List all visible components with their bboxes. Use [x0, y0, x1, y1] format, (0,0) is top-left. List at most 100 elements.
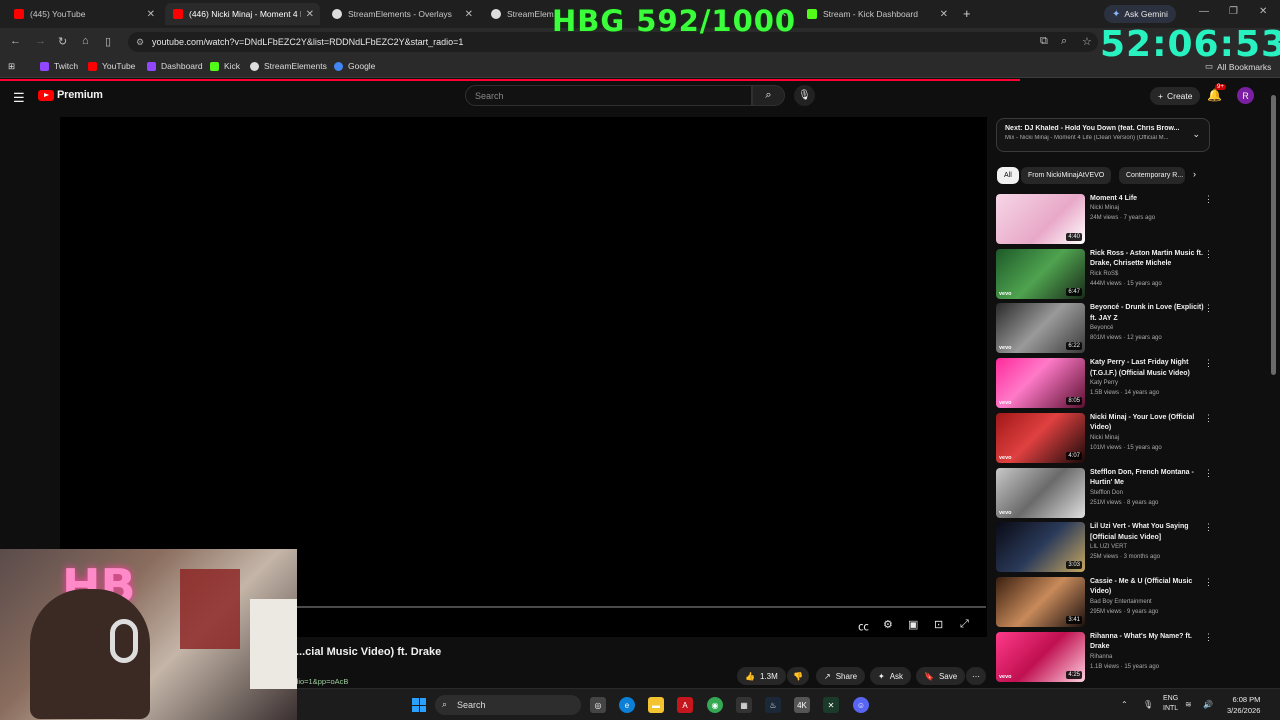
- create-button[interactable]: + Create: [1150, 87, 1201, 105]
- captions-icon[interactable]: ㏄: [858, 618, 869, 634]
- channel-name[interactable]: Bad Boy Entertainment: [1090, 599, 1152, 605]
- video-title[interactable]: Cassie - Me & U (Official Music Video): [1090, 577, 1204, 598]
- voice-search-button[interactable]: 🎙: [794, 85, 815, 106]
- cast-icon[interactable]: ⊡: [934, 618, 943, 631]
- taskbar-search[interactable]: ⌕ Search: [435, 695, 581, 715]
- more-vertical-icon[interactable]: ⋮: [1204, 577, 1213, 588]
- steam-icon[interactable]: ♨: [765, 697, 781, 713]
- more-vertical-icon[interactable]: ⋮: [1204, 358, 1213, 369]
- bookmark-streamelements[interactable]: StreamElements: [250, 61, 327, 71]
- file-explorer-icon[interactable]: ▬: [648, 697, 664, 713]
- copilot-icon[interactable]: ◎: [590, 697, 606, 713]
- chevron-right-icon[interactable]: ›: [1193, 169, 1196, 179]
- more-vertical-icon[interactable]: ⋮: [1204, 194, 1213, 205]
- chip-from-nickiminaj[interactable]: From NickiMinajAtVEVO: [1021, 167, 1112, 184]
- channel-name[interactable]: Rihanna: [1090, 654, 1112, 660]
- new-tab-plus-icon[interactable]: +: [963, 6, 971, 21]
- notifications-bell-icon[interactable]: 🔔: [1207, 88, 1222, 102]
- maximize-icon[interactable]: ❐: [1229, 6, 1238, 17]
- list-item[interactable]: vevo 4:25 Rihanna - What's My Name? ft. Dr…: [996, 631, 1213, 682]
- language-indicator[interactable]: ENG INTL: [1163, 694, 1178, 714]
- close-tab-icon[interactable]: ✕: [940, 9, 948, 20]
- video-title[interactable]: Katy Perry - Last Friday Night (T.G.I.F.…: [1090, 358, 1204, 379]
- page-scrollbar[interactable]: [1271, 95, 1276, 375]
- video-thumbnail[interactable]: 4:40: [996, 194, 1085, 244]
- video-thumbnail[interactable]: vevo 6:22: [996, 303, 1085, 354]
- more-vertical-icon[interactable]: ⋮: [1204, 522, 1213, 533]
- like-button[interactable]: 👍 1.3M: [737, 667, 786, 685]
- tab-nicki-minaj[interactable]: (446) Nicki Minaj - Moment 4 L ✕: [165, 3, 320, 25]
- channel-name[interactable]: Nicki Minaj: [1090, 435, 1119, 441]
- video-thumbnail[interactable]: 3:41: [996, 576, 1085, 627]
- youtube-premium-logo[interactable]: Premium: [38, 89, 103, 101]
- list-item[interactable]: vevo 4:07 Nicki Minaj - Your Love (Officia…: [996, 412, 1213, 463]
- list-item[interactable]: 3:03 Lil Uzi Vert - What You Saying [Offi…: [996, 522, 1213, 573]
- list-item[interactable]: 4:40 Moment 4 Life Nicki Minaj 24M views · …: [996, 194, 1213, 244]
- apps-grid-icon[interactable]: ⊞: [8, 61, 15, 72]
- list-item[interactable]: vevo 6:22 Beyoncé - Drunk in Love (Explici…: [996, 303, 1213, 354]
- more-actions-button[interactable]: ⋯: [966, 667, 986, 685]
- close-window-icon[interactable]: ✕: [1259, 6, 1267, 17]
- video-thumbnail[interactable]: vevo 4:07: [996, 412, 1085, 463]
- zoom-icon[interactable]: ⌕: [1061, 35, 1067, 48]
- more-vertical-icon[interactable]: ⋮: [1204, 303, 1213, 314]
- more-vertical-icon[interactable]: ⋮: [1204, 413, 1213, 424]
- bookmark-kick[interactable]: Kick: [210, 61, 240, 71]
- discord-icon[interactable]: ☺: [853, 697, 869, 713]
- video-thumbnail[interactable]: 3:03: [996, 522, 1085, 573]
- app-a-icon[interactable]: A: [677, 697, 693, 713]
- video-thumbnail[interactable]: vevo 4:25: [996, 631, 1085, 682]
- video-thumbnail[interactable]: vevo 6:47: [996, 248, 1085, 299]
- search-button[interactable]: ⌕: [752, 85, 785, 106]
- volume-icon[interactable]: 🔊: [1203, 700, 1213, 709]
- ask-gemini-button[interactable]: ✦ Ask Gemini: [1104, 5, 1176, 23]
- bookmark-youtube[interactable]: YouTube: [88, 61, 135, 71]
- dislike-button[interactable]: 👎: [787, 667, 809, 685]
- 4k-app-icon[interactable]: 4K: [794, 697, 810, 713]
- list-item[interactable]: vevo Stefflon Don, French Montana - Hurti…: [996, 467, 1213, 518]
- chip-all[interactable]: All: [997, 167, 1019, 184]
- site-info-icon[interactable]: ⚙: [136, 37, 144, 48]
- hamburger-menu-icon[interactable]: ☰: [13, 90, 25, 106]
- chip-contemporary[interactable]: Contemporary R...: [1119, 167, 1185, 184]
- more-vertical-icon[interactable]: ⋮: [1204, 249, 1213, 260]
- channel-name[interactable]: Rick RoS$: [1090, 271, 1118, 277]
- windows-start-icon[interactable]: [412, 698, 426, 712]
- close-tab-icon[interactable]: ✕: [147, 9, 155, 20]
- bookmark-dashboard[interactable]: Dashboard: [147, 61, 203, 71]
- list-item[interactable]: vevo 6:47 Rick Ross - Aston Martin Music f…: [996, 248, 1213, 299]
- tab-streamelements-overlays[interactable]: StreamElements - Overlays ✕: [324, 3, 479, 25]
- list-item[interactable]: 3:41 Cassie - Me & U (Official Music Vide…: [996, 576, 1213, 627]
- more-vertical-icon[interactable]: ⋮: [1204, 632, 1213, 643]
- back-arrow-icon[interactable]: ←: [10, 35, 21, 47]
- side-panel-icon[interactable]: ▯: [105, 35, 111, 48]
- up-next-panel[interactable]: Next: DJ Khaled - Hold You Down (feat. C…: [996, 118, 1210, 152]
- bookmark-twitch[interactable]: Twitch: [40, 61, 78, 71]
- chevron-up-icon[interactable]: ⌃: [1121, 700, 1128, 709]
- video-title[interactable]: Beyoncé - Drunk in Love (Explicit) ft. J…: [1090, 303, 1204, 324]
- bookmark-star-icon[interactable]: ☆: [1082, 35, 1092, 48]
- reload-icon[interactable]: ↻: [58, 35, 67, 48]
- video-title[interactable]: Rihanna - What's My Name? ft. Drake: [1090, 632, 1204, 653]
- channel-name[interactable]: Beyoncé: [1090, 325, 1113, 331]
- chrome-icon[interactable]: ◉: [707, 697, 723, 713]
- ask-button[interactable]: ✦ Ask: [870, 667, 912, 685]
- fullscreen-icon[interactable]: ⤢: [960, 618, 969, 631]
- save-button[interactable]: 🔖 Save: [916, 667, 966, 685]
- minimize-icon[interactable]: —: [1199, 6, 1209, 17]
- video-title[interactable]: Moment 4 Life: [1090, 194, 1204, 205]
- channel-name[interactable]: Katy Perry: [1090, 380, 1118, 386]
- share-button[interactable]: ↗ Share: [816, 667, 866, 685]
- tab-kick-dashboard[interactable]: Stream - Kick Dashboard ✕: [799, 3, 954, 25]
- tab-youtube[interactable]: (445) YouTube ✕: [6, 3, 161, 25]
- video-thumbnail[interactable]: vevo: [996, 467, 1085, 518]
- video-title[interactable]: Stefflon Don, French Montana - Hurtin' M…: [1090, 468, 1204, 489]
- install-app-icon[interactable]: ⧉: [1040, 35, 1048, 48]
- video-thumbnail[interactable]: vevo 8:05: [996, 358, 1085, 409]
- more-vertical-icon[interactable]: ⋮: [1204, 468, 1213, 479]
- settings-gear-icon[interactable]: ⚙: [883, 618, 893, 631]
- forward-arrow-icon[interactable]: →: [35, 35, 46, 47]
- home-icon[interactable]: ⌂: [82, 35, 89, 47]
- bookmark-google[interactable]: Google: [334, 61, 375, 71]
- list-item[interactable]: vevo 8:05 Katy Perry - Last Friday Night (…: [996, 358, 1213, 409]
